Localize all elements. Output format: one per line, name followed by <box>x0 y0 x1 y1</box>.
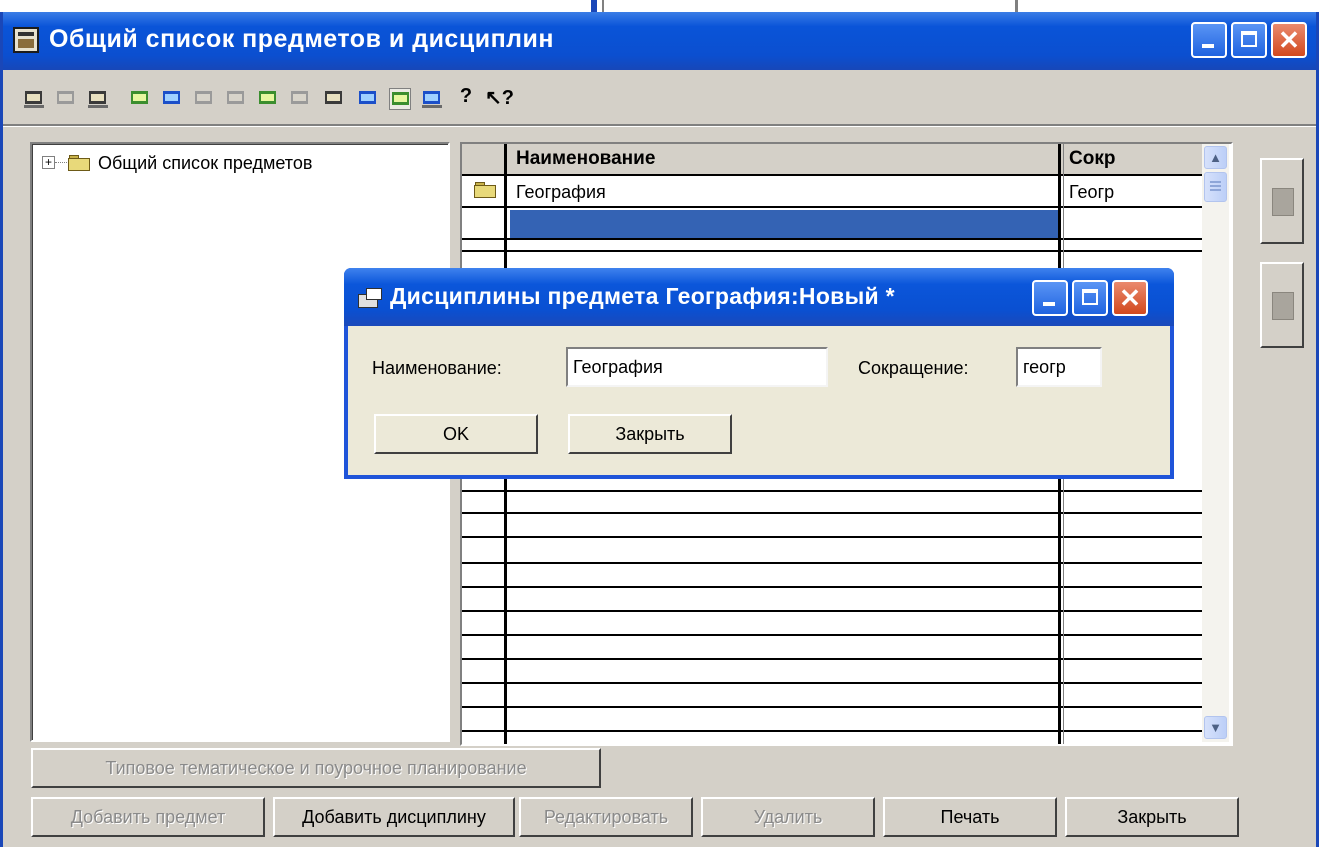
grid-row-line <box>462 562 1202 564</box>
tree-connector <box>55 162 67 163</box>
background-window-divider-2 <box>1015 0 1018 12</box>
export-icon[interactable] <box>421 88 443 110</box>
cell-name[interactable]: География <box>510 178 1058 206</box>
scroll-down-button[interactable]: ▼ <box>1204 716 1227 739</box>
edit-row-icon[interactable] <box>225 88 247 110</box>
abbr-label: Сокращение: <box>858 358 969 378</box>
dialog-title: Дисциплины предмета География:Новый * <box>390 283 895 309</box>
column-header-name[interactable]: Наименование <box>510 144 1058 174</box>
minimize-icon <box>1202 44 1214 48</box>
main-window-title: Общий список предметов и дисциплин <box>49 25 555 53</box>
tree-item-label: Общий список предметов <box>98 153 313 173</box>
ok-button[interactable]: OK <box>374 414 538 454</box>
dialog-close-button[interactable]: ✕ <box>1112 280 1148 316</box>
grid-row-line <box>462 634 1202 636</box>
cell-abbr[interactable]: Геогр <box>1063 178 1202 206</box>
grid-row-line <box>462 586 1202 588</box>
main-title-bar[interactable]: Общий список предметов и дисциплин ✕ <box>3 12 1316 70</box>
planning-button[interactable]: Типовое тематическое и поурочное планиро… <box>31 748 601 788</box>
properties-icon[interactable] <box>87 88 109 110</box>
expand-icon[interactable]: + <box>42 156 55 169</box>
grid-row-line <box>462 658 1202 660</box>
folder-icon <box>68 155 90 171</box>
dialog-minimize-button[interactable] <box>1032 280 1068 316</box>
maximize-icon <box>1082 289 1098 305</box>
name-input[interactable] <box>566 347 828 387</box>
minimize-button[interactable] <box>1191 22 1227 58</box>
dialog-close-text-button[interactable]: Закрыть <box>568 414 732 454</box>
side-button-up[interactable] <box>1260 158 1304 244</box>
context-help-icon[interactable]: ↖? <box>485 87 514 110</box>
mark-icon[interactable] <box>257 88 279 110</box>
tree-icon[interactable] <box>389 88 411 110</box>
chevron-up-icon: ▲ <box>1209 150 1222 165</box>
side-button-down[interactable] <box>1260 262 1304 348</box>
find-icon[interactable] <box>129 88 151 110</box>
grid-row-line <box>462 610 1202 612</box>
background-window-divider <box>602 0 604 12</box>
grid-row-line <box>462 536 1202 538</box>
dialog-title-bar[interactable]: Дисциплины предмета География:Новый * ✕ <box>344 268 1174 326</box>
discipline-dialog: Дисциплины предмета География:Новый * ✕ … <box>344 268 1174 479</box>
dialog-body: Наименование: Сокращение: OK Закрыть <box>348 326 1170 475</box>
column-header-abbr[interactable]: Сокр <box>1063 144 1202 174</box>
scroll-thumb[interactable] <box>1204 172 1227 202</box>
grid-row-line <box>462 250 1202 252</box>
grid-row-line <box>462 206 1202 208</box>
close-button[interactable]: Закрыть <box>1065 797 1239 837</box>
grid-row-line <box>462 682 1202 684</box>
close-icon: ✕ <box>1278 25 1300 55</box>
side-button-glyph <box>1272 188 1294 216</box>
background-window-strip <box>0 0 1319 12</box>
window-app-icon[interactable] <box>13 27 39 53</box>
maximize-button[interactable] <box>1231 22 1267 58</box>
side-button-glyph <box>1272 292 1294 320</box>
add-row-icon[interactable] <box>161 88 183 110</box>
abbr-input[interactable] <box>1016 347 1102 387</box>
grid-header: Наименование Сокр <box>462 144 1202 176</box>
document-icon[interactable] <box>323 88 345 110</box>
name-label: Наименование: <box>372 358 502 378</box>
scroll-up-button[interactable]: ▲ <box>1204 146 1227 169</box>
minimize-icon <box>1043 302 1055 306</box>
add-subject-button[interactable]: Добавить предмет <box>31 797 265 837</box>
grid-row-line <box>462 730 1202 732</box>
folder-icon[interactable] <box>55 88 77 110</box>
maximize-icon <box>1241 31 1257 47</box>
copy-icon[interactable] <box>289 88 311 110</box>
grid-row-line <box>462 238 1202 240</box>
new-icon[interactable] <box>23 88 45 110</box>
close-window-button[interactable]: ✕ <box>1271 22 1307 58</box>
help-icon[interactable]: ? <box>455 85 477 110</box>
grid-row-line <box>462 706 1202 708</box>
close-icon: ✕ <box>1119 283 1141 313</box>
dialog-maximize-button[interactable] <box>1072 280 1108 316</box>
add-discipline-button[interactable]: Добавить дисциплину <box>273 797 515 837</box>
delete-row-icon[interactable] <box>193 88 215 110</box>
grid-scrollbar[interactable]: ▲ ▼ <box>1202 144 1229 742</box>
delete-button[interactable]: Удалить <box>701 797 875 837</box>
background-window-border <box>591 0 597 12</box>
toolbar: ? ↖? <box>23 78 743 120</box>
chevron-down-icon: ▼ <box>1209 720 1222 735</box>
table-icon[interactable] <box>357 88 379 110</box>
selected-row[interactable] <box>510 210 1058 238</box>
dialog-app-icon[interactable] <box>358 288 382 308</box>
grid-row-line <box>462 512 1202 514</box>
print-button[interactable]: Печать <box>883 797 1057 837</box>
toolbar-separator <box>3 124 1316 127</box>
grid-row-line <box>462 490 1202 492</box>
edit-button[interactable]: Редактировать <box>519 797 693 837</box>
